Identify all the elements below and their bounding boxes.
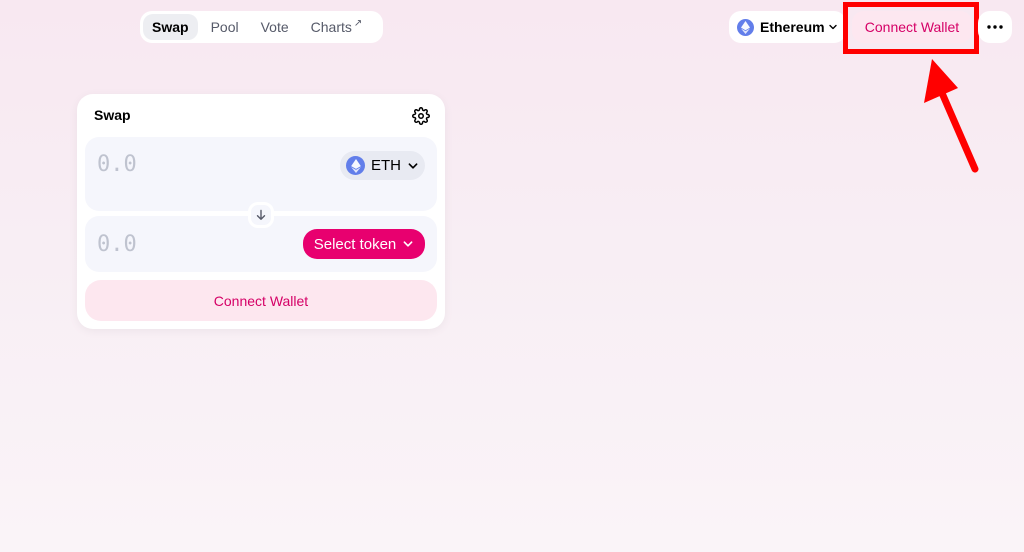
ethereum-icon: [737, 18, 754, 36]
network-selector-button[interactable]: Ethereum: [729, 11, 846, 43]
tab-swap-label: Swap: [152, 19, 189, 35]
chevron-down-icon: [828, 22, 838, 32]
switch-tokens-button[interactable]: [248, 202, 274, 228]
input-amount-field[interactable]: [97, 149, 247, 179]
connect-wallet-header-label: Connect Wallet: [864, 19, 960, 35]
more-menu-button[interactable]: [978, 11, 1012, 43]
swap-input-panel: ETH: [85, 137, 437, 211]
more-horizontal-icon: [987, 25, 1003, 29]
network-label: Ethereum: [760, 19, 825, 35]
output-amount-field[interactable]: [97, 229, 247, 259]
chevron-down-icon: [402, 238, 414, 250]
swap-card-title: Swap: [94, 107, 131, 123]
connect-wallet-header-button[interactable]: Connect Wallet: [852, 11, 972, 43]
tab-charts[interactable]: Charts ↗: [302, 14, 372, 40]
connect-wallet-label: Connect Wallet: [213, 292, 309, 309]
tab-vote-label: Vote: [260, 19, 289, 35]
input-token-selector[interactable]: ETH: [340, 151, 425, 180]
eth-token-icon: [346, 156, 365, 175]
tab-vote[interactable]: Vote: [252, 14, 298, 40]
arrow-down-icon: [255, 209, 267, 221]
tab-pool-label: Pool: [210, 19, 239, 35]
nav-tabs: Swap Pool Vote Charts ↗: [140, 11, 383, 43]
tab-pool[interactable]: Pool: [202, 14, 248, 40]
tab-charts-label: Charts: [310, 19, 352, 35]
gear-icon: [412, 107, 430, 125]
input-token-label: ETH: [371, 157, 401, 174]
swap-card: Swap ETH Select token: [77, 94, 445, 329]
external-link-icon: ↗: [353, 17, 363, 29]
settings-button[interactable]: [411, 106, 431, 126]
annotation-arrow-icon: [924, 59, 979, 173]
chevron-down-icon: [407, 160, 419, 172]
select-token-button[interactable]: Select token: [303, 229, 425, 259]
select-token-label: Select token: [313, 235, 397, 253]
connect-wallet-button[interactable]: Connect Wallet: [85, 280, 437, 321]
tab-swap[interactable]: Swap: [143, 14, 198, 40]
